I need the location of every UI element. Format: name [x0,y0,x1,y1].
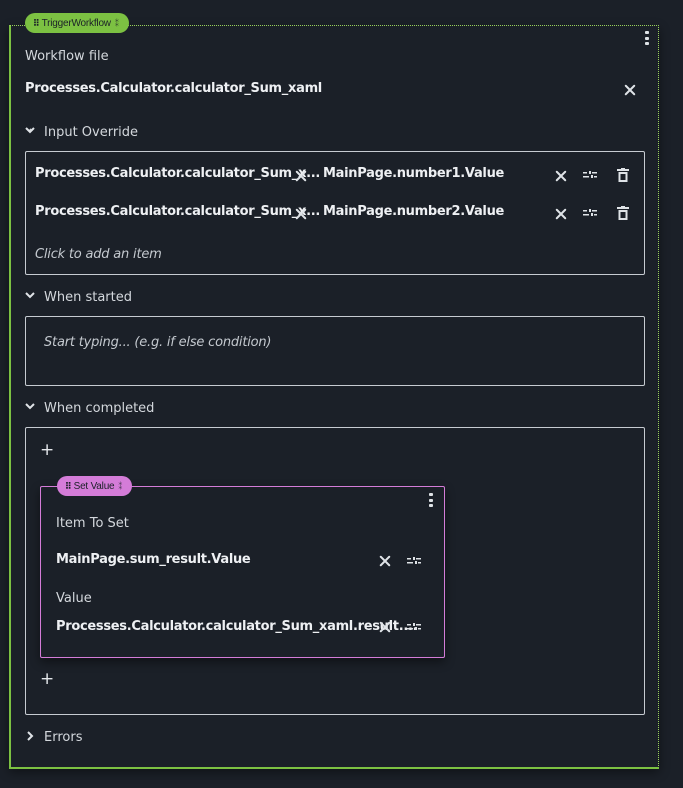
collapse-toggle-icon[interactable]: ⁑ [118,482,122,491]
value-label: Value [56,591,92,606]
add-activity-after-button[interactable]: + [40,671,54,688]
clear-value-icon[interactable] [379,621,391,633]
input-override-value[interactable]: MainPage.number2.Value [323,204,504,219]
when-started-placeholder: Start typing... (e.g. if else condition) [44,335,272,350]
when-started-chevron-icon[interactable] [25,292,35,299]
clear-key-icon[interactable] [295,170,307,182]
clear-item-to-set-icon[interactable] [379,555,391,567]
input-override-chevron-icon[interactable] [25,127,35,134]
more-options-icon[interactable] [429,493,433,507]
trash-icon[interactable] [617,206,629,220]
collapse-toggle-icon[interactable]: ⁑ [115,19,119,28]
item-to-set-label: Item To Set [56,516,129,531]
trash-icon[interactable] [617,168,629,182]
drag-handle-icon[interactable]: ⠿ [65,481,72,492]
clear-key-icon[interactable] [295,208,307,220]
workflow-file-value[interactable]: Processes.Calculator.calculator_Sum_xaml [25,81,322,96]
set-value-title: Set Value [73,480,115,492]
when-completed-chevron-icon[interactable] [25,403,35,410]
when-started-input[interactable] [25,316,645,386]
clear-value-icon[interactable] [555,208,567,220]
item-to-set-value[interactable]: MainPage.sum_result.Value [56,552,251,567]
clear-value-icon[interactable] [555,170,567,182]
value-field[interactable]: Processes.Calculator.calculator_Sum_xaml… [56,619,418,634]
trigger-workflow-title: TriggerWorkflow [41,17,111,29]
workflow-file-label: Workflow file [25,49,109,64]
input-override-value[interactable]: MainPage.number1.Value [323,166,504,181]
errors-chevron-right-icon[interactable] [27,731,34,741]
input-override-header[interactable]: Input Override [44,125,138,140]
add-activity-before-button[interactable]: + [40,442,54,459]
when-completed-header[interactable]: When completed [44,401,154,416]
variable-picker-icon[interactable] [407,623,421,631]
drag-handle-icon[interactable]: ⠿ [33,18,40,29]
variable-picker-icon[interactable] [407,557,421,565]
input-override-key[interactable]: Processes.Calculator.calculator_Sum_x... [35,204,320,219]
errors-header[interactable]: Errors [44,730,82,745]
when-started-header[interactable]: When started [44,290,132,305]
input-override-key[interactable]: Processes.Calculator.calculator_Sum_x... [35,166,320,181]
more-options-icon[interactable] [645,31,649,45]
variable-picker-icon[interactable] [583,209,597,217]
clear-workflow-file-icon[interactable] [624,84,636,96]
variable-picker-icon[interactable] [583,171,597,179]
set-value-pill[interactable]: ⠿ Set Value ⁑ [57,476,133,496]
add-item-link[interactable]: Click to add an item [35,247,162,262]
trigger-workflow-pill[interactable]: ⠿ TriggerWorkflow ⁑ [25,13,129,33]
